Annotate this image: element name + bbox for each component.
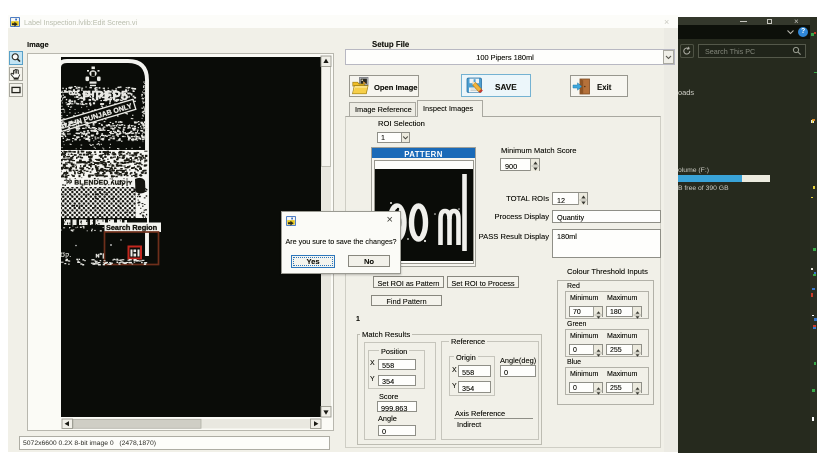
svg-text:Search Region: Search Region	[106, 223, 157, 232]
svg-text:ɴ°ן: ɴ°ן	[96, 252, 105, 260]
svg-text:Ʊק.: Ʊק.	[60, 252, 71, 259]
svg-text:ˉᵖᵖ BLENDED ʎաןקʏ: ˉᵖᵖ BLENDED ʎաןקʏ	[64, 180, 132, 187]
